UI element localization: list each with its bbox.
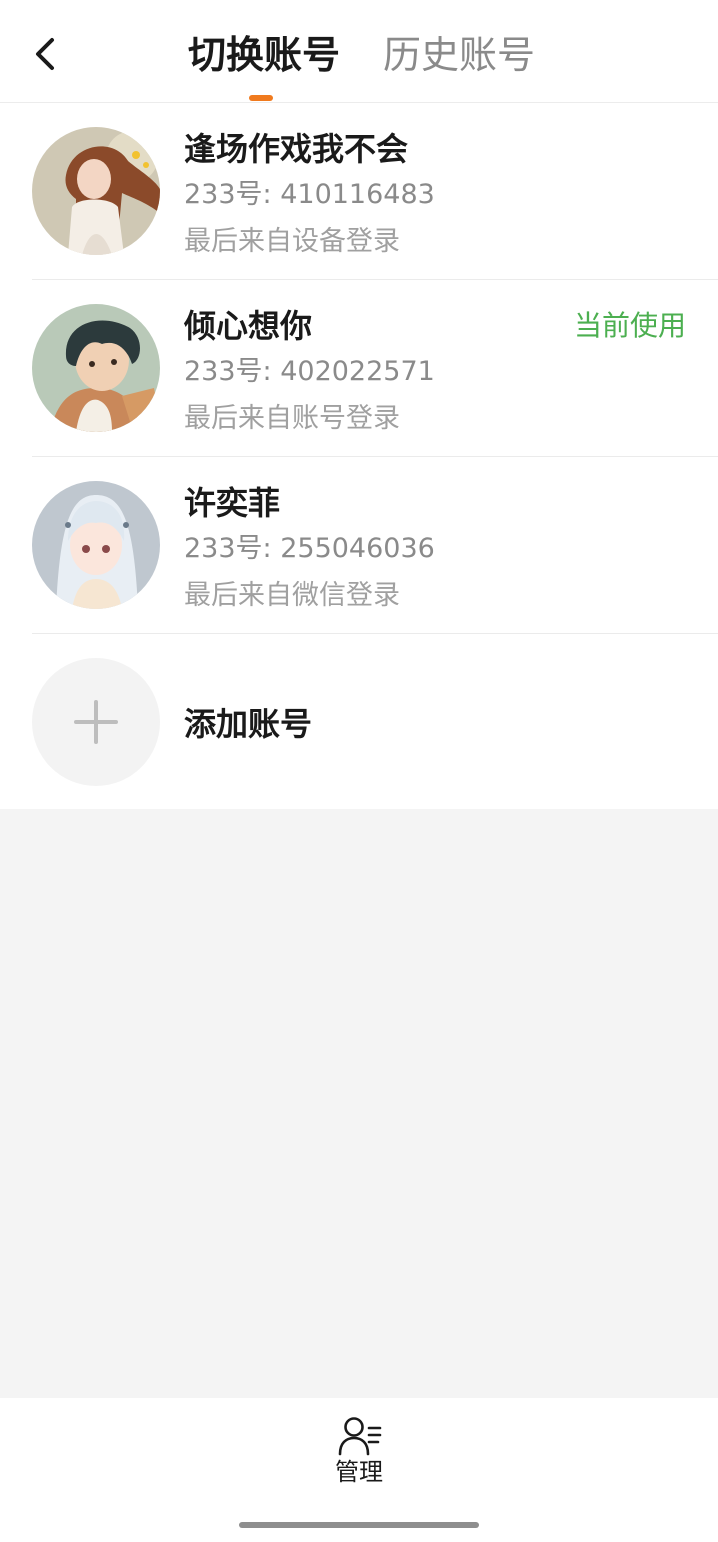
avatar <box>32 304 160 432</box>
plus-icon <box>74 700 118 744</box>
avatar <box>32 481 160 609</box>
add-account-row[interactable]: 添加账号 <box>0 634 718 811</box>
login-source: 最后来自设备登录 <box>184 226 400 257</box>
account-row[interactable]: 许奕菲 233号: 255046036 最后来自微信登录 <box>0 457 718 634</box>
add-account-button[interactable] <box>32 658 160 786</box>
bottom-bar: 管理 <box>0 1398 718 1542</box>
account-id: 233号: 402022571 <box>184 356 435 387</box>
account-list: 逢场作戏我不会 233号: 410116483 最后来自设备登录 倾心想你 当前… <box>0 103 718 809</box>
chevron-left-icon <box>36 38 54 70</box>
login-source: 最后来自账号登录 <box>184 403 400 434</box>
active-tab-indicator <box>249 95 273 101</box>
back-button[interactable] <box>22 30 70 78</box>
account-name: 倾心想你 <box>184 307 313 345</box>
tab-history-account[interactable]: 历史账号 <box>383 30 535 80</box>
account-row[interactable]: 倾心想你 当前使用 233号: 402022571 最后来自账号登录 <box>0 280 718 457</box>
header: 切换账号 历史账号 <box>0 0 718 103</box>
add-account-label: 添加账号 <box>184 705 313 743</box>
home-indicator[interactable] <box>239 1522 479 1528</box>
manage-label: 管理 <box>335 1458 383 1486</box>
login-source: 最后来自微信登录 <box>184 580 400 611</box>
tab-switch-account[interactable]: 切换账号 <box>188 30 340 80</box>
account-row[interactable]: 逢场作戏我不会 233号: 410116483 最后来自设备登录 <box>0 103 718 280</box>
user-manage-icon <box>338 1417 382 1456</box>
avatar <box>32 127 160 255</box>
current-account-badge: 当前使用 <box>573 309 686 342</box>
account-name: 许奕菲 <box>184 484 281 522</box>
account-id: 233号: 410116483 <box>184 179 435 210</box>
account-id: 233号: 255046036 <box>184 533 435 564</box>
account-name: 逢场作戏我不会 <box>184 130 409 168</box>
manage-button[interactable]: 管理 <box>309 1416 409 1500</box>
